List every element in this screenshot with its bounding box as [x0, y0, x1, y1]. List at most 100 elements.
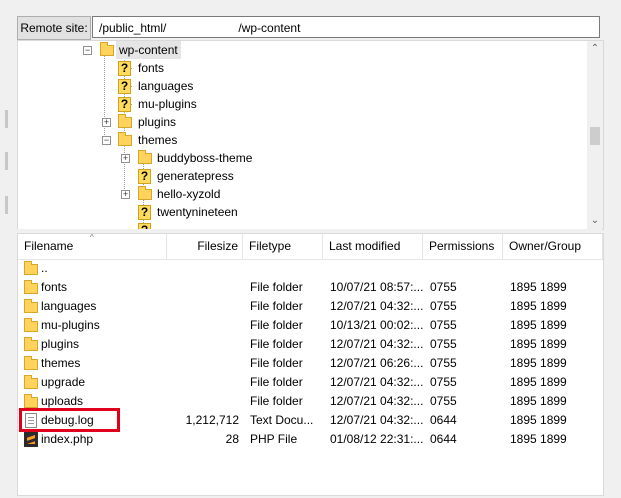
remote-site-bar: Remote site: /public_html/ /wp-content	[17, 14, 603, 41]
tree-item-label: generatepress	[157, 169, 234, 183]
file-row[interactable]: upgrade File folder 12/07/21 04:32:... 0…	[18, 373, 603, 392]
tree-scrollbar[interactable]: ⌃ ⌄	[587, 41, 603, 229]
file-modified: 12/07/21 04:32:...	[330, 413, 424, 427]
file-owner: 1895 1899	[510, 394, 567, 408]
column-permissions[interactable]: Permissions	[423, 234, 503, 259]
file-modified: 01/08/12 22:31:...	[330, 432, 424, 446]
tree-item-languages[interactable]: ? languages	[18, 77, 578, 95]
php-file-icon	[24, 432, 38, 447]
file-owner: 1895 1899	[510, 280, 567, 294]
tree-item-mu-plugins[interactable]: ? mu-plugins	[18, 95, 578, 113]
tree-item-wp-content[interactable]: − wp-content	[18, 41, 578, 59]
file-size	[168, 354, 239, 373]
tree-item-label: wp-content	[116, 41, 181, 59]
file-name: index.php	[41, 432, 94, 446]
file-permissions: 0644	[430, 432, 457, 446]
file-name: fonts	[41, 280, 68, 294]
file-size	[168, 316, 239, 335]
file-type: PHP File	[250, 432, 298, 446]
file-size: 28	[225, 432, 239, 446]
remote-file-list[interactable]: ^ Filename Filesize Filetype Last modifi…	[17, 233, 604, 496]
file-name: themes	[41, 356, 81, 370]
file-permissions: 0644	[430, 413, 457, 427]
folder-open-icon	[100, 42, 114, 56]
edge-mark	[5, 152, 8, 170]
column-owner-group[interactable]: Owner/Group	[503, 234, 603, 259]
file-permissions: 0755	[430, 299, 457, 313]
file-size	[168, 297, 239, 316]
tree-item-hello-xyzold[interactable]: + hello-xyzold	[18, 185, 578, 203]
tree-item-label: plugins	[138, 115, 177, 129]
file-row[interactable]: fonts File folder 10/07/21 08:57:... 075…	[18, 278, 603, 297]
scroll-thumb[interactable]	[590, 127, 600, 145]
folder-icon	[24, 356, 38, 370]
expand-icon[interactable]: +	[121, 190, 130, 199]
file-name: mu-plugins	[41, 318, 100, 332]
tree-item-plugins[interactable]: + plugins	[18, 113, 578, 131]
tree-item-twentynineteen[interactable]: ? twentynineteen	[18, 203, 578, 221]
remote-site-label: Remote site:	[17, 16, 91, 40]
collapse-icon[interactable]: −	[83, 46, 92, 55]
edge-mark	[5, 196, 8, 214]
file-modified: 12/07/21 04:32:...	[330, 299, 424, 313]
question-folder-icon: ?	[118, 97, 131, 112]
highlight-box	[19, 408, 120, 432]
folder-icon	[24, 337, 38, 351]
folder-icon	[138, 150, 152, 164]
file-type: File folder	[250, 394, 303, 408]
file-permissions: 0755	[430, 280, 457, 294]
path-suffix: /wp-content	[238, 21, 301, 35]
remote-directory-tree[interactable]: − wp-content ? fonts ? languages ? mu-pl…	[17, 40, 604, 230]
scroll-down-icon[interactable]: ⌄	[587, 213, 603, 229]
tree-item-fonts[interactable]: ? fonts	[18, 59, 578, 77]
folder-icon	[24, 394, 38, 408]
folder-icon	[118, 114, 132, 128]
file-type: File folder	[250, 280, 303, 294]
tree-item-themes[interactable]: − themes	[18, 131, 578, 149]
file-row[interactable]: themes File folder 12/07/21 06:26:... 07…	[18, 354, 603, 373]
file-row[interactable]: languages File folder 12/07/21 04:32:...…	[18, 297, 603, 316]
file-owner: 1895 1899	[510, 432, 567, 446]
column-filesize[interactable]: Filesize	[167, 234, 243, 259]
tree-item-label: mu-plugins	[138, 97, 197, 111]
folder-icon	[24, 318, 38, 332]
path-prefix: /public_html/	[99, 21, 167, 35]
column-last-modified[interactable]: Last modified	[323, 234, 423, 259]
file-type: Text Docu...	[250, 413, 314, 427]
right-edge	[608, 0, 621, 498]
file-name: plugins	[41, 337, 80, 351]
tree-item-generatepress[interactable]: ? generatepress	[18, 167, 578, 185]
tree-item-label: buddyboss-theme	[157, 151, 253, 165]
expand-icon[interactable]: +	[102, 118, 111, 127]
file-size: 1,212,712	[185, 413, 239, 427]
left-edge	[0, 0, 14, 498]
file-name: ..	[41, 261, 48, 275]
file-list-header: ^ Filename Filesize Filetype Last modifi…	[18, 234, 603, 260]
file-permissions: 0755	[430, 375, 457, 389]
tree-item-label: twentynineteen	[157, 205, 238, 219]
tree-item-buddyboss-theme[interactable]: + buddyboss-theme	[18, 149, 578, 167]
folder-icon	[24, 299, 38, 313]
file-modified: 12/07/21 04:32:...	[330, 394, 424, 408]
file-permissions: 0755	[430, 318, 457, 332]
edge-mark	[5, 110, 8, 128]
question-folder-icon: ?	[118, 79, 131, 94]
file-size	[168, 335, 239, 354]
file-row[interactable]: plugins File folder 12/07/21 04:32:... 0…	[18, 335, 603, 354]
remote-site-path-input[interactable]: /public_html/ /wp-content	[92, 16, 600, 38]
tree-item-label: fonts	[138, 61, 165, 75]
file-row-index-php[interactable]: index.php 28 PHP File 01/08/12 22:31:...…	[18, 430, 603, 449]
collapse-icon[interactable]: −	[102, 136, 111, 145]
column-filetype[interactable]: Filetype	[243, 234, 323, 259]
scroll-up-icon[interactable]: ⌃	[587, 41, 603, 57]
file-type: File folder	[250, 375, 303, 389]
file-name: upgrade	[41, 375, 86, 389]
column-filename[interactable]: Filename	[18, 234, 167, 259]
file-owner: 1895 1899	[510, 375, 567, 389]
file-row[interactable]: mu-plugins File folder 10/13/21 00:02:..…	[18, 316, 603, 335]
folder-icon	[24, 280, 38, 294]
file-row-parent[interactable]: ..	[18, 259, 603, 278]
expand-icon[interactable]: +	[121, 154, 130, 163]
question-folder-icon: ?	[138, 205, 151, 220]
tree-item-label: languages	[138, 79, 194, 93]
